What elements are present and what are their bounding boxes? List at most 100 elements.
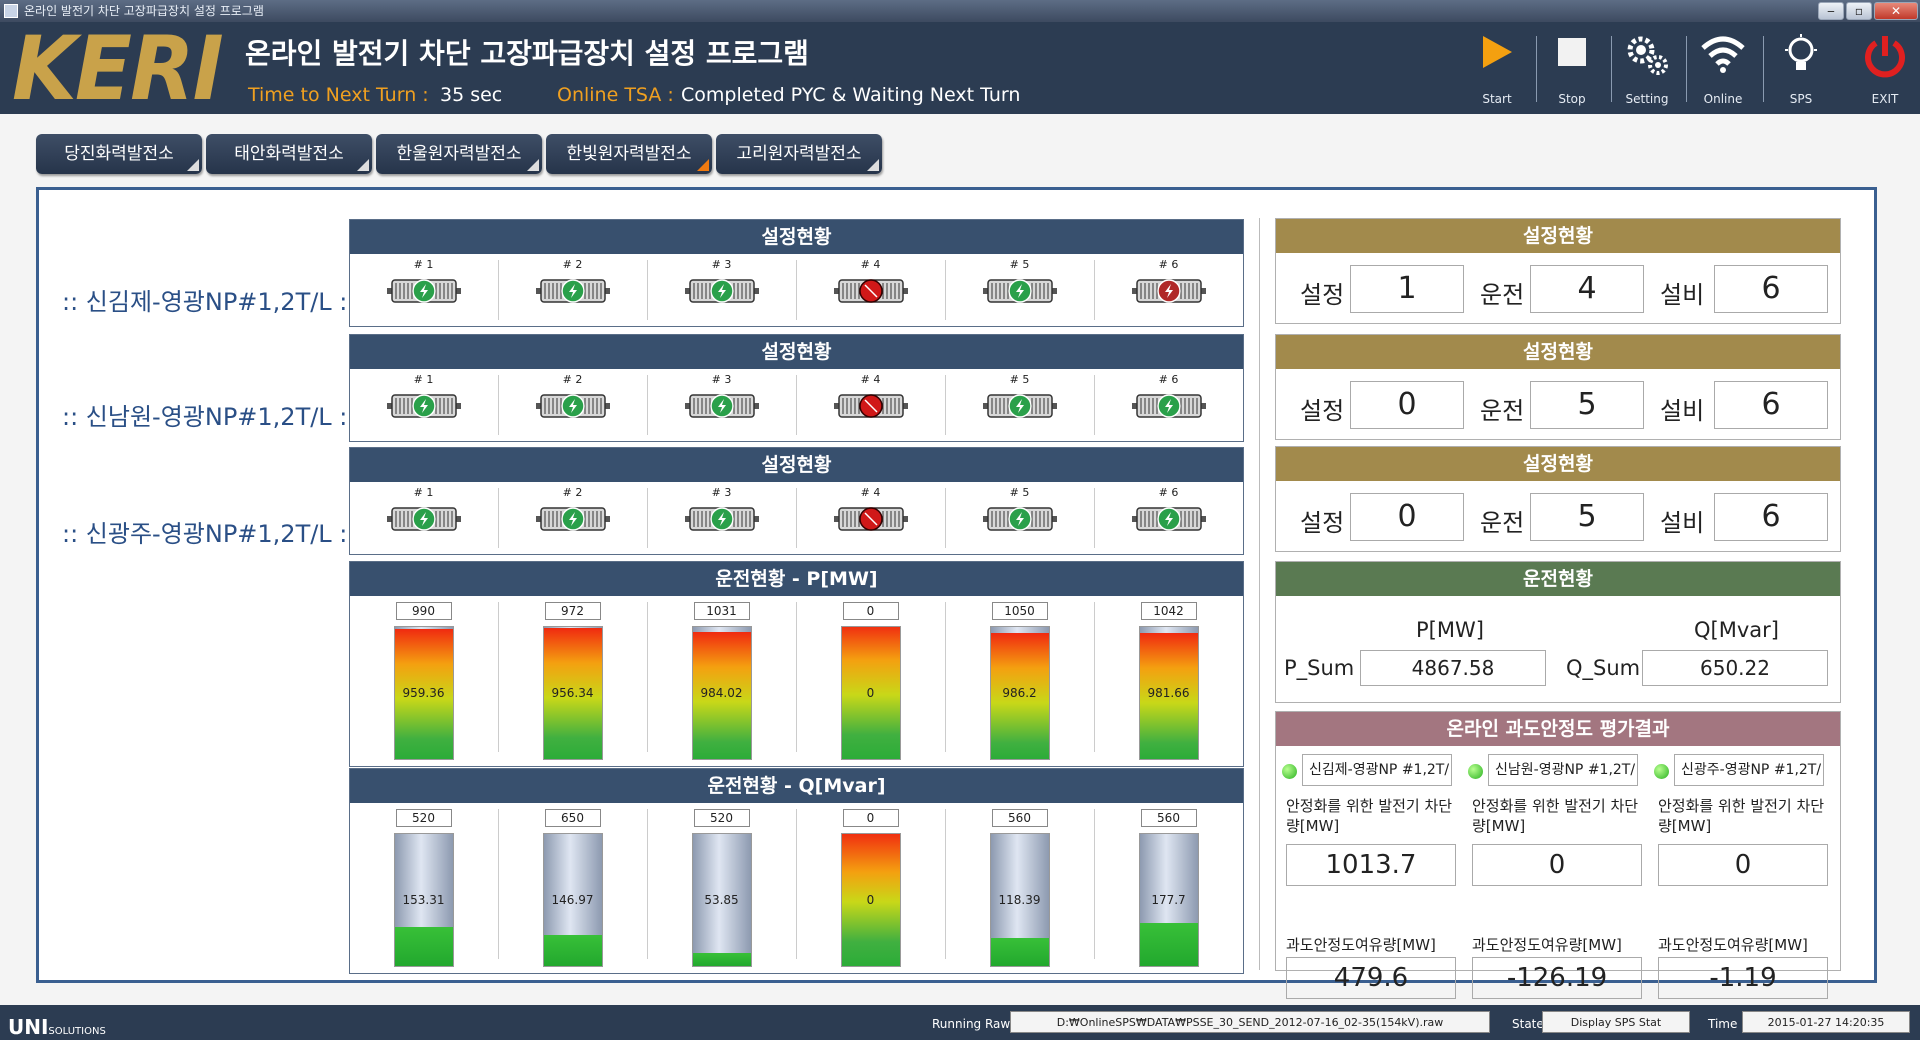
brand-logo: UNISOLUTIONS <box>8 1015 106 1039</box>
tsa-line-name: 신광주-영광NP #1,2T/ <box>1674 754 1824 786</box>
sps-button[interactable]: SPS <box>1764 22 1838 114</box>
time-label: Time <box>1708 1017 1738 1031</box>
start-button[interactable]: Start <box>1460 22 1534 114</box>
generator-unit[interactable]: # 6 <box>1095 254 1242 306</box>
tab-plant-taean[interactable]: 태안화력발전소 <box>206 134 372 174</box>
generator-on-icon <box>684 391 760 421</box>
generator-trip-icon <box>833 504 909 534</box>
setting-summary-2: 설정현황 설정 0 운전 5 설비 6 <box>1275 334 1841 440</box>
equip-label: 설비 <box>1660 281 1705 309</box>
run-label: 운전 <box>1480 281 1525 309</box>
generator-on-icon <box>684 504 760 534</box>
gauge-fill <box>394 927 453 966</box>
generator-on-icon <box>535 276 611 306</box>
generator-unit[interactable]: # 5 <box>946 369 1093 421</box>
unit-number: # 5 <box>1009 258 1030 271</box>
status-led-icon <box>1468 764 1483 779</box>
q-bar-cell: 560 118.39 <box>946 803 1093 973</box>
setting-summary-header: 설정현황 <box>1276 219 1840 253</box>
set-value: 1 <box>1350 265 1464 313</box>
p-capacity: 0 <box>842 602 899 620</box>
q-gauge-bar: 177.7 <box>1138 833 1199 967</box>
p-bar-cell: 00 <box>797 596 944 766</box>
operation-header: 운전현황 <box>1276 562 1840 596</box>
stop-button[interactable]: Stop <box>1535 22 1609 114</box>
q-unit-label: Q[Mvar] <box>1694 618 1779 642</box>
close-button[interactable]: ✕ <box>1874 2 1918 20</box>
set-label: 설정 <box>1300 509 1345 537</box>
status-bar: UNISOLUTIONS Running Raw D:₩OnlineSPS₩DA… <box>0 1005 1920 1040</box>
q-value: 53.85 <box>704 893 739 907</box>
p-power-block: 운전현황 - P[MW] 990 959.36 972 956.34 1031 984.0… <box>349 561 1244 767</box>
q-gauge-bar: 146.97 <box>542 833 603 967</box>
unit-number: # 4 <box>860 373 881 386</box>
p-bar-cell: 990 959.36 <box>350 596 497 766</box>
generator-unit[interactable]: # 3 <box>648 369 795 421</box>
generator-unit[interactable]: # 5 <box>946 254 1093 306</box>
app-icon <box>4 4 18 18</box>
generator-unit[interactable]: # 4 <box>797 482 944 534</box>
unit-number: # 4 <box>860 486 881 499</box>
q-sum-value: 650.22 <box>1642 650 1828 686</box>
p-gauge-bar: 986.2 <box>989 626 1050 760</box>
unit-number: # 3 <box>711 486 732 499</box>
q-gauge-bar: 153.31 <box>393 833 454 967</box>
set-value: 0 <box>1350 493 1464 541</box>
generator-unit[interactable]: # 2 <box>499 254 646 306</box>
generator-unit[interactable]: # 6 <box>1095 482 1242 534</box>
generator-unit[interactable]: # 2 <box>499 369 646 421</box>
set-label: 설정 <box>1300 281 1345 309</box>
q-value: 0 <box>866 893 875 907</box>
equip-label: 설비 <box>1660 397 1705 425</box>
unit-number: # 3 <box>711 373 732 386</box>
generator-unit[interactable]: # 1 <box>350 254 497 306</box>
generator-unit[interactable]: # 4 <box>797 369 944 421</box>
tsa-header: 온라인 과도안정도 평가결과 <box>1276 712 1840 746</box>
window-title: 온라인 발전기 차단 고장파급장치 설정 프로그램 <box>24 4 264 18</box>
tsa-line-result: 신광주-영광NP #1,2T/안정화를 위한 발전기 차단량[MW] 0 과도안정도… <box>1648 752 1828 999</box>
generator-on-icon <box>982 504 1058 534</box>
run-label: 운전 <box>1480 509 1525 537</box>
generator-unit[interactable]: # 5 <box>946 482 1093 534</box>
online-button[interactable]: Online <box>1686 22 1760 114</box>
line-label-singimje: :: 신김제-영광NP#1,2T/L :: <box>62 288 356 316</box>
exit-button[interactable]: EXIT <box>1848 22 1920 114</box>
trip-amount-label: 안정화를 위한 발전기 차단량[MW] <box>1286 797 1453 835</box>
tsa-line-name: 신김제-영광NP #1,2T/ <box>1302 754 1452 786</box>
generator-unit[interactable]: # 3 <box>648 254 795 306</box>
tab-plant-gori[interactable]: 고리원자력발전소 <box>716 134 882 174</box>
generator-unit[interactable]: # 4 <box>797 254 944 306</box>
generator-unit[interactable]: # 1 <box>350 482 497 534</box>
generator-unit[interactable]: # 3 <box>648 482 795 534</box>
q-power-header: 운전현황 - Q[Mvar] <box>350 769 1243 803</box>
run-label: 운전 <box>1480 397 1525 425</box>
online-tsa-value: Completed PYC & Waiting Next Turn <box>681 84 1021 106</box>
p-gauge-bar: 956.34 <box>542 626 603 760</box>
unit-number: # 5 <box>1009 373 1030 386</box>
tab-plant-dangjin[interactable]: 당진화력발전소 <box>36 134 202 174</box>
tab-plant-hanul[interactable]: 한울원자력발전소 <box>376 134 542 174</box>
q-sum-label: Q_Sum <box>1566 656 1641 680</box>
unit-number: # 1 <box>413 258 434 271</box>
q-value: 153.31 <box>402 893 445 907</box>
minimize-button[interactable]: ‒ <box>1818 2 1844 20</box>
unit-number: # 1 <box>413 373 434 386</box>
generator-on-icon <box>386 391 462 421</box>
exit-label: EXIT <box>1871 92 1899 106</box>
tab-plant-hanbit[interactable]: 한빛원자력발전소 <box>546 134 712 174</box>
generator-unit[interactable]: # 2 <box>499 482 646 534</box>
gear-icon <box>1627 36 1668 75</box>
bulb-icon <box>1785 34 1817 70</box>
maximize-button[interactable]: ▫ <box>1846 2 1872 20</box>
p-unit-label: P[MW] <box>1416 618 1484 642</box>
p-gauge-bar: 984.02 <box>691 626 752 760</box>
setting-button[interactable]: Setting <box>1610 22 1684 114</box>
generator-on-icon <box>386 276 462 306</box>
unit-number: # 6 <box>1158 373 1179 386</box>
generator-unit[interactable]: # 1 <box>350 369 497 421</box>
gen-status-header: 설정현황 <box>350 448 1243 482</box>
app-title: 온라인 발전기 차단 고장파급장치 설정 프로그램 <box>245 37 809 70</box>
generator-unit[interactable]: # 6 <box>1095 369 1242 421</box>
online-tsa-label: Online TSA : <box>557 84 674 106</box>
generator-on-icon <box>535 391 611 421</box>
